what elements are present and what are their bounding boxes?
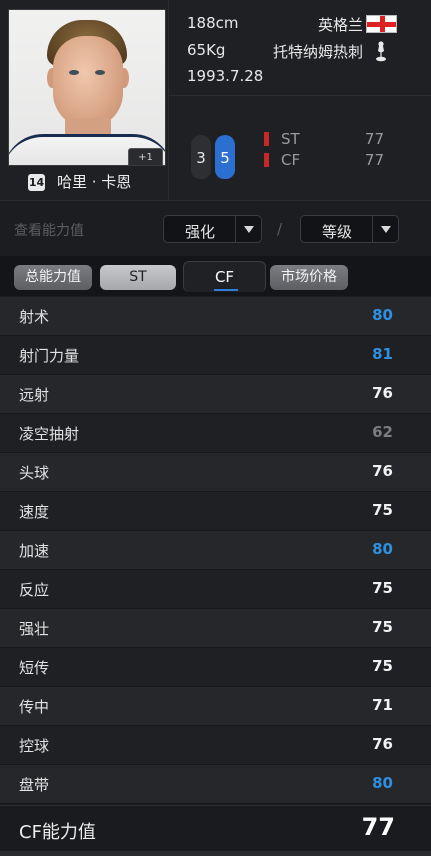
position-marker-icon bbox=[264, 153, 269, 167]
stat-name: 射术 bbox=[19, 308, 50, 326]
stat-value: 75 bbox=[372, 618, 393, 636]
player-face bbox=[53, 36, 123, 128]
stat-value: 75 bbox=[372, 501, 393, 519]
header-divider-horizontal bbox=[168, 95, 431, 96]
stat-value: 80 bbox=[372, 774, 393, 792]
bottom-strip bbox=[0, 851, 431, 856]
player-eye-right bbox=[95, 70, 105, 75]
stat-row: 远射 76 bbox=[0, 375, 431, 414]
chevron-down-icon[interactable] bbox=[235, 216, 261, 242]
player-height: 188cm bbox=[187, 14, 239, 32]
player-header: +1 14 哈里 · 卡恩 188cm 65Kg 1993.7.28 英格兰 托… bbox=[0, 0, 431, 200]
position-value: 77 bbox=[364, 130, 384, 148]
stat-name: 反应 bbox=[19, 581, 50, 599]
jersey-number-icon: 14 bbox=[28, 174, 45, 191]
stat-name: 远射 bbox=[19, 386, 50, 404]
chevron-down-icon[interactable] bbox=[372, 216, 398, 242]
england-flag-icon bbox=[366, 15, 397, 33]
stat-value: 62 bbox=[372, 423, 393, 441]
tab-market-price[interactable]: 市场价格 bbox=[270, 265, 348, 290]
stat-row: 强壮 75 bbox=[0, 609, 431, 648]
position-marker-icon bbox=[264, 132, 269, 146]
stat-row: 头球 76 bbox=[0, 453, 431, 492]
stat-value: 75 bbox=[372, 657, 393, 675]
position-value: 77 bbox=[364, 151, 384, 169]
player-birthdate: 1993.7.28 bbox=[187, 67, 264, 85]
position-name: ST bbox=[281, 130, 300, 148]
total-ability-value: 77 bbox=[361, 813, 395, 841]
ability-tabs: 总能力值 ST CF 市场价格 bbox=[0, 256, 431, 296]
stat-name: 加速 bbox=[19, 542, 50, 560]
stat-name: 强壮 bbox=[19, 620, 50, 638]
stat-value: 80 bbox=[372, 540, 393, 558]
stat-row: 加速 80 bbox=[0, 531, 431, 570]
stat-row: 传中 71 bbox=[0, 687, 431, 726]
enhance-dropdown-label: 强化 bbox=[184, 223, 215, 241]
player-nation: 英格兰 bbox=[317, 16, 363, 34]
total-ability-row: CF能力值 77 bbox=[0, 805, 431, 851]
stat-row: 盘带 80 bbox=[0, 765, 431, 804]
header-divider-vertical bbox=[168, 0, 169, 200]
view-ability-label: 查看能力值 bbox=[14, 223, 84, 239]
stat-row: 控球 76 bbox=[0, 726, 431, 765]
player-photo: +1 bbox=[8, 9, 166, 166]
enhance-level-badge: +1 bbox=[128, 148, 163, 165]
stat-value: 76 bbox=[372, 384, 393, 402]
total-ability-label: CF能力值 bbox=[19, 822, 96, 843]
stat-value: 76 bbox=[372, 462, 393, 480]
stat-name: 盘带 bbox=[19, 776, 50, 794]
weak-foot-value: 3 bbox=[196, 149, 206, 167]
position-name: CF bbox=[281, 151, 301, 169]
stat-row: 反应 75 bbox=[0, 570, 431, 609]
position-row: ST 77 bbox=[264, 130, 394, 150]
stat-row: 凌空抽射 62 bbox=[0, 414, 431, 453]
stat-name: 短传 bbox=[19, 659, 50, 677]
ability-view-controls: 查看能力值 强化 / 等级 bbox=[0, 200, 431, 256]
player-club: 托特纳姆热刺 bbox=[272, 43, 363, 61]
tab-st[interactable]: ST bbox=[100, 265, 176, 290]
player-name: 哈里 · 卡恩 bbox=[57, 173, 132, 191]
stat-value: 71 bbox=[372, 696, 393, 714]
level-dropdown-label: 等级 bbox=[321, 223, 352, 241]
stat-row: 射术 80 bbox=[0, 297, 431, 336]
stat-row: 短传 75 bbox=[0, 648, 431, 687]
tab-cf[interactable]: CF bbox=[183, 261, 266, 292]
stat-value: 81 bbox=[372, 345, 393, 363]
level-dropdown[interactable]: 等级 bbox=[300, 215, 399, 243]
stat-name: 控球 bbox=[19, 737, 50, 755]
stats-list: 射术 80 射门力量 81 远射 76 凌空抽射 62 头球 76 速度 75 加速 80 反应 75 强壮 75… bbox=[0, 297, 431, 804]
enhance-dropdown[interactable]: 强化 bbox=[163, 215, 262, 243]
tottenham-cockerel-icon bbox=[376, 41, 386, 62]
player-eye-left bbox=[69, 70, 79, 75]
controls-divider: / bbox=[277, 220, 283, 238]
stat-row: 速度 75 bbox=[0, 492, 431, 531]
stat-name: 头球 bbox=[19, 464, 50, 482]
stat-value: 75 bbox=[372, 579, 393, 597]
stat-name: 凌空抽射 bbox=[19, 425, 80, 443]
stat-row: 射门力量 81 bbox=[0, 336, 431, 375]
stat-value: 76 bbox=[372, 735, 393, 753]
preferred-foot-indicator: 3 5 bbox=[187, 129, 242, 189]
position-row: CF 77 bbox=[264, 151, 394, 171]
stat-value: 80 bbox=[372, 306, 393, 324]
stat-name: 传中 bbox=[19, 698, 50, 716]
player-weight: 65Kg bbox=[187, 41, 226, 59]
stat-name: 速度 bbox=[19, 503, 50, 521]
stat-name: 射门力量 bbox=[19, 347, 80, 365]
tab-overall[interactable]: 总能力值 bbox=[14, 265, 92, 290]
strong-foot-value: 5 bbox=[220, 149, 230, 167]
